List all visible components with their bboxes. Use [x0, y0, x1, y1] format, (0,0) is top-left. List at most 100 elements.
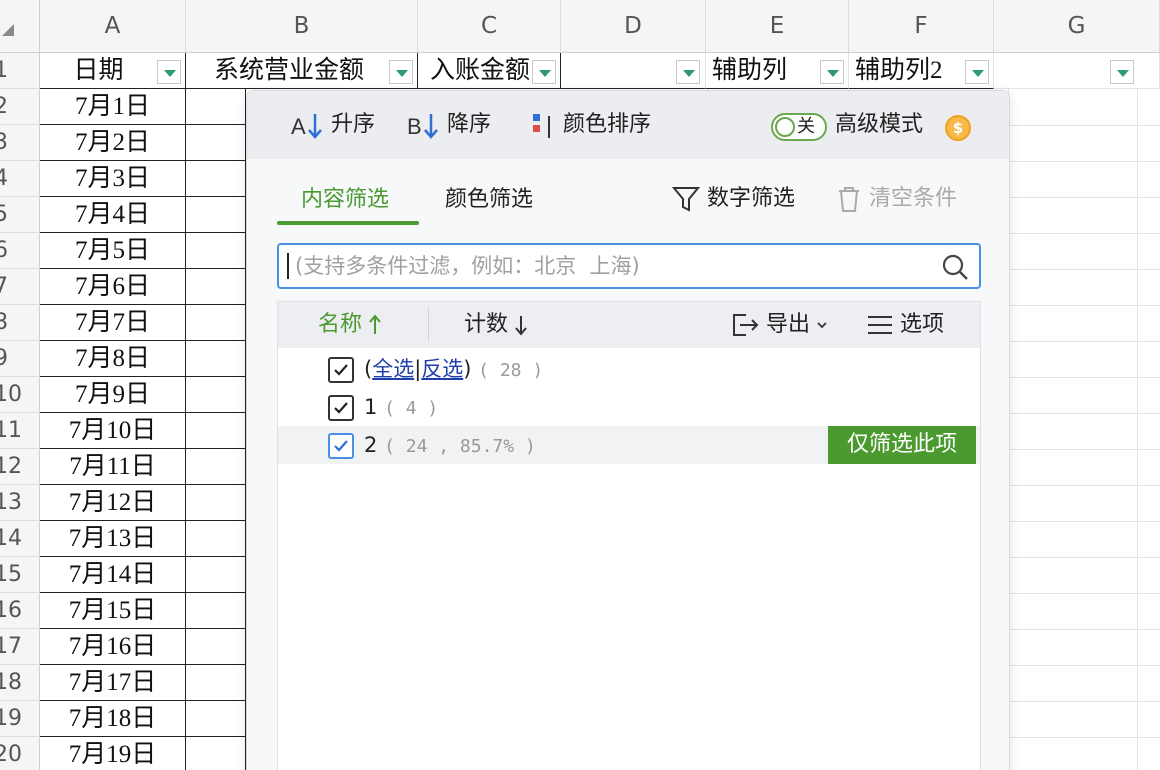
row-header[interactable]: 7 [0, 269, 40, 305]
filter-dropdown-e[interactable] [820, 60, 844, 84]
column-header-a[interactable]: A [40, 0, 186, 53]
select-all-link[interactable]: 全选 [372, 357, 414, 381]
tab-color-filter[interactable]: 颜色筛选 [445, 185, 533, 215]
data-cell[interactable] [186, 341, 246, 377]
date-cell[interactable]: 7月6日 [40, 269, 186, 305]
data-cell[interactable] [186, 413, 246, 449]
date-cell[interactable]: 7月18日 [40, 701, 186, 737]
color-sort-button[interactable]: 颜色排序 [531, 109, 651, 141]
date-cell[interactable]: 7月8日 [40, 341, 186, 377]
filter-dropdown-g[interactable] [1110, 60, 1134, 84]
filter-dropdown-d[interactable] [676, 60, 700, 84]
search-icon[interactable] [941, 253, 969, 281]
column-header-c[interactable]: C [418, 0, 561, 53]
data-cell[interactable] [186, 89, 246, 125]
data-cell[interactable] [186, 305, 246, 341]
sort-by-count-button[interactable]: 计数 [464, 310, 528, 340]
date-cell[interactable]: 7月13日 [40, 521, 186, 557]
filter-dropdown-b[interactable] [389, 60, 413, 84]
row-header[interactable]: 1 [0, 53, 40, 89]
column-header-e[interactable]: E [706, 0, 849, 53]
column-header-g[interactable]: G [994, 0, 1160, 53]
data-cell[interactable] [186, 197, 246, 233]
row-header[interactable]: 6 [0, 233, 40, 269]
sort-descending-button[interactable]: B 降序 [407, 109, 491, 141]
row-header[interactable]: 18 [0, 665, 40, 701]
filter-dropdown-a[interactable] [157, 60, 181, 84]
date-cell[interactable]: 7月1日 [40, 89, 186, 125]
data-cell[interactable] [186, 377, 246, 413]
row-header[interactable]: 9 [0, 341, 40, 377]
row-header[interactable]: 15 [0, 557, 40, 593]
checkbox-item-2[interactable] [328, 433, 354, 459]
data-cell[interactable] [186, 737, 246, 770]
data-cell[interactable] [186, 233, 246, 269]
date-cell[interactable]: 7月19日 [40, 737, 186, 770]
date-cell[interactable]: 7月12日 [40, 485, 186, 521]
data-cell[interactable] [186, 125, 246, 161]
data-cell[interactable] [186, 593, 246, 629]
filter-dropdown-f[interactable] [965, 60, 989, 84]
checkbox-item-1[interactable] [328, 395, 354, 421]
list-item-select-all[interactable]: (全选|反选) ( 28 ) [278, 350, 980, 388]
row-header[interactable]: 5 [0, 197, 40, 233]
row-header[interactable]: 20 [0, 737, 40, 770]
column-header-f[interactable]: F [849, 0, 994, 53]
column-header-b[interactable]: B [186, 0, 418, 53]
date-cell[interactable]: 7月15日 [40, 593, 186, 629]
date-cell[interactable]: 7月7日 [40, 305, 186, 341]
select-all-corner[interactable] [0, 0, 40, 53]
date-cell[interactable]: 7月11日 [40, 449, 186, 485]
row-header[interactable]: 13 [0, 485, 40, 521]
filter-search-input[interactable] [295, 251, 925, 281]
tab-content-filter[interactable]: 内容筛选 [301, 185, 389, 215]
date-cell[interactable]: 7月17日 [40, 665, 186, 701]
row-header[interactable]: 8 [0, 305, 40, 341]
invert-selection-link[interactable]: 反选 [421, 357, 463, 381]
date-cell[interactable]: 7月10日 [40, 413, 186, 449]
row-header[interactable]: 11 [0, 413, 40, 449]
date-cell[interactable]: 7月4日 [40, 197, 186, 233]
data-cell[interactable] [186, 269, 246, 305]
row-header[interactable]: 10 [0, 377, 40, 413]
sort-by-name-button[interactable]: 名称 [318, 310, 382, 340]
row-header[interactable]: 16 [0, 593, 40, 629]
row-header[interactable]: 2 [0, 89, 40, 125]
data-cell[interactable] [186, 449, 246, 485]
data-cell[interactable] [186, 521, 246, 557]
data-cell[interactable] [186, 161, 246, 197]
row-header[interactable]: 14 [0, 521, 40, 557]
date-cell[interactable]: 7月9日 [40, 377, 186, 413]
checkbox-select-all[interactable] [328, 357, 354, 383]
advanced-mode-toggle[interactable]: 关 [771, 113, 827, 141]
date-cell[interactable]: 7月2日 [40, 125, 186, 161]
header-cell-system-revenue[interactable]: 系统营业金额 [186, 53, 418, 89]
list-item[interactable]: 1 ( 4 ) [278, 388, 980, 426]
row-header[interactable]: 3 [0, 125, 40, 161]
data-cell[interactable] [186, 701, 246, 737]
data-cell[interactable] [186, 557, 246, 593]
date-cell[interactable]: 7月5日 [40, 233, 186, 269]
list-item-hovered[interactable]: 2 ( 24 , 85.7% ) 仅筛选此项 [278, 426, 980, 464]
column-header-d[interactable]: D [561, 0, 706, 53]
grid-line [1008, 125, 1160, 126]
options-button[interactable]: 选项 [866, 310, 944, 340]
data-cell[interactable] [186, 665, 246, 701]
row-header[interactable]: 17 [0, 629, 40, 665]
row-header[interactable]: 12 [0, 449, 40, 485]
row-header[interactable]: 4 [0, 161, 40, 197]
row-header[interactable]: 19 [0, 701, 40, 737]
filter-only-this-button[interactable]: 仅筛选此项 [828, 426, 976, 464]
data-cell[interactable] [186, 485, 246, 521]
filter-dropdown-c[interactable] [532, 60, 556, 84]
number-filter-button[interactable]: 数字筛选 [671, 183, 795, 215]
filter-search-box[interactable] [277, 243, 981, 289]
export-button[interactable]: 导出 [730, 310, 828, 340]
date-cell[interactable]: 7月3日 [40, 161, 186, 197]
sort-ascending-button[interactable]: A 升序 [291, 109, 375, 141]
data-cell[interactable] [186, 629, 246, 665]
header-cell-g[interactable] [994, 53, 1160, 89]
clear-conditions-button[interactable]: 清空条件 [835, 183, 957, 215]
date-cell[interactable]: 7月14日 [40, 557, 186, 593]
date-cell[interactable]: 7月16日 [40, 629, 186, 665]
